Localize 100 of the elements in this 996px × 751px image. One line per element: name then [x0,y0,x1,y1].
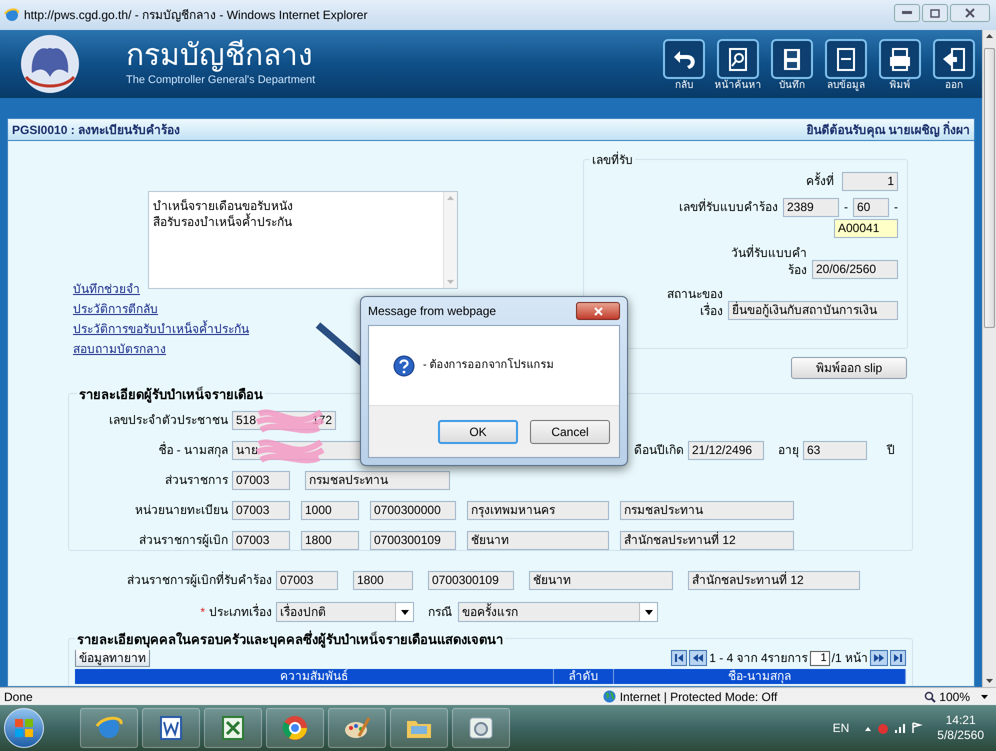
page-title: PGSI0010 : ลงทะเบียนรับคำร้อง [12,122,180,138]
close-icon [965,8,975,18]
taskbar-app-button[interactable] [452,708,510,748]
text-field[interactable]: 2389 [783,198,839,217]
print-slip-button[interactable]: พิมพ์ออก slip [791,357,907,379]
start-button[interactable] [4,708,44,748]
toolbar-button[interactable]: บันทึก [770,39,814,93]
text-field[interactable]: สำนักชลประทานที่ 12 [688,570,860,590]
dialog-button[interactable]: Cancel [530,420,610,444]
toolbar-button[interactable]: ลบข้อมูล [824,39,868,93]
field-label: เลขประจำตัวประชาชน [109,413,228,427]
app-subtitle: The Comptroller General's Department [126,72,316,88]
text-field[interactable]: ชัยนาท [529,570,673,590]
window-title: http://pws.cgd.go.th/ - กรมบัญชีกลาง - Windows Internet Explorer [24,7,368,24]
text-field[interactable]: 0700300109 [370,530,456,550]
tab[interactable]: ข้อมูลทายาท [75,649,150,667]
close-button[interactable] [950,4,990,22]
close-button[interactable] [576,302,620,320]
page-number-field[interactable]: 1 [810,650,830,666]
taskbar-app-button[interactable] [328,708,386,748]
scroll-up-icon [986,34,993,38]
text-field[interactable]: 0700300000 [370,500,456,520]
memo-textarea[interactable]: บำเหน็จรายเดือนขอรับหนัง สือรับรองบำเหน็จค้ำประกัน [148,191,458,289]
tray-icons[interactable] [863,721,924,735]
first-page-button[interactable] [671,650,688,666]
zoom-level[interactable]: 100% [939,688,970,706]
dialog-message: - ต้องการออกจากโปรแกรม [423,357,554,374]
text-field[interactable]: 60 [853,198,889,217]
field-label: ส่วนราชการผู้เบิกที่รับคำร้อง [127,573,272,587]
language-indicator[interactable]: EN [832,719,850,737]
text-field[interactable]: 21/12/2496 [688,440,764,460]
field-label: สถานะของ เรื่อง [667,286,723,320]
dialog-title: Message from webpage [368,303,496,320]
field-label: ส่วนราชการผู้เบิก [139,533,228,547]
text-field[interactable]: 07003 [232,500,290,520]
field-label: ชื่อ - นามสกุล [158,443,228,457]
text-field[interactable]: 1800 [301,530,359,550]
fieldset-legend: รายละเอียดบุคคลในครอบครัวและบุคคลซึ่งผู้รับบำเหน็จรายเดือนแสดงเจตนา [75,630,505,650]
fieldset-legend: รายละเอียดผู้รับบำเหน็จรายเดือน [77,385,265,404]
text-field[interactable]: 0700300109 [428,570,514,590]
toolbar-button[interactable]: พิมพ์ [878,39,922,93]
previous-page-button[interactable] [689,650,708,666]
clock-date: 5/8/2560 [937,728,984,743]
status-text: Done [4,688,33,706]
text-field[interactable]: A00041 [834,219,898,238]
taskbar-app-button[interactable] [266,708,324,748]
minimize-button[interactable] [894,4,920,22]
text-field[interactable]: กรมชลประทาน [620,500,794,520]
taskbar-app-button[interactable] [80,708,138,748]
text-field[interactable]: 07003 [232,530,290,550]
taskbar-app-button[interactable] [390,708,448,748]
text-link[interactable]: ประวัติการตีกลับ [73,301,158,318]
text-link[interactable]: บันทึกช่วยจำ [73,281,140,298]
text-field[interactable]: 1800 [353,570,413,590]
last-page-button[interactable] [890,650,906,666]
scrollbar[interactable] [982,30,996,687]
text-field[interactable]: 1000 [301,500,359,520]
search-icon [717,39,759,79]
maximize-button[interactable] [922,4,948,22]
field-label: ดือนปีเกิด [634,443,684,457]
scroll-thumb[interactable] [984,48,995,328]
text-field[interactable]: 20/06/2560 [812,260,898,279]
dropdown[interactable]: ขอครั้งแรก [458,602,658,622]
minimize-icon [902,11,912,15]
zoom-icon [924,690,936,702]
text-field[interactable]: กรมชลประทาน [305,470,450,490]
text-field[interactable]: 07003 [232,470,290,490]
text-field[interactable]: 07003 [276,570,338,590]
scrollbar[interactable] [443,192,457,288]
text-field[interactable]: ยื่นขอกู้เงินกับสถาบันการเงิน [728,301,898,320]
scroll-down-icon [447,280,454,284]
text-field[interactable]: สำนักชลประทานที่ 12 [620,530,794,550]
text-field[interactable]: กรุงเทพมหานคร [467,500,609,520]
scroll-up-icon [447,196,454,200]
page-total: /1 หน้า [832,650,868,667]
taskbar-app-button[interactable] [142,708,200,748]
column-header: ความสัมพันธ์ [75,669,554,684]
field-label: ปี [887,443,895,457]
toolbar-button[interactable]: หน้าค้นหา [716,39,760,93]
toolbar-button[interactable]: กลับ [662,39,706,93]
dialog-button[interactable]: OK [438,420,518,444]
text-field[interactable]: ชัยนาท [467,530,609,550]
taskbar-app-button[interactable] [204,708,262,748]
dropdown-caret-icon [644,610,652,614]
toolbar-button[interactable]: ออก [932,39,976,93]
field-label: - [894,199,898,216]
text-field[interactable]: 63 [803,440,867,460]
app-title: กรมบัญชีกลาง [126,40,314,72]
text-link[interactable]: ประวัติการขอรับบำเหน็จค้ำประกัน [73,321,249,338]
last-page-icon [894,654,902,662]
text-field[interactable]: 1 [842,172,898,191]
field-label: อายุ [778,443,799,457]
question-icon [393,354,415,376]
field-label: กรณี [428,605,452,619]
text-link[interactable]: สอบถามบัตรกลาง [73,341,166,358]
field-label: หน่วยนายทะเบียน [135,503,228,517]
next-page-button[interactable] [870,650,888,666]
dropdown[interactable]: เรื่องปกติ [276,602,414,622]
close-icon [594,306,602,316]
field-label: ประเภทเรื่อง [209,605,272,619]
